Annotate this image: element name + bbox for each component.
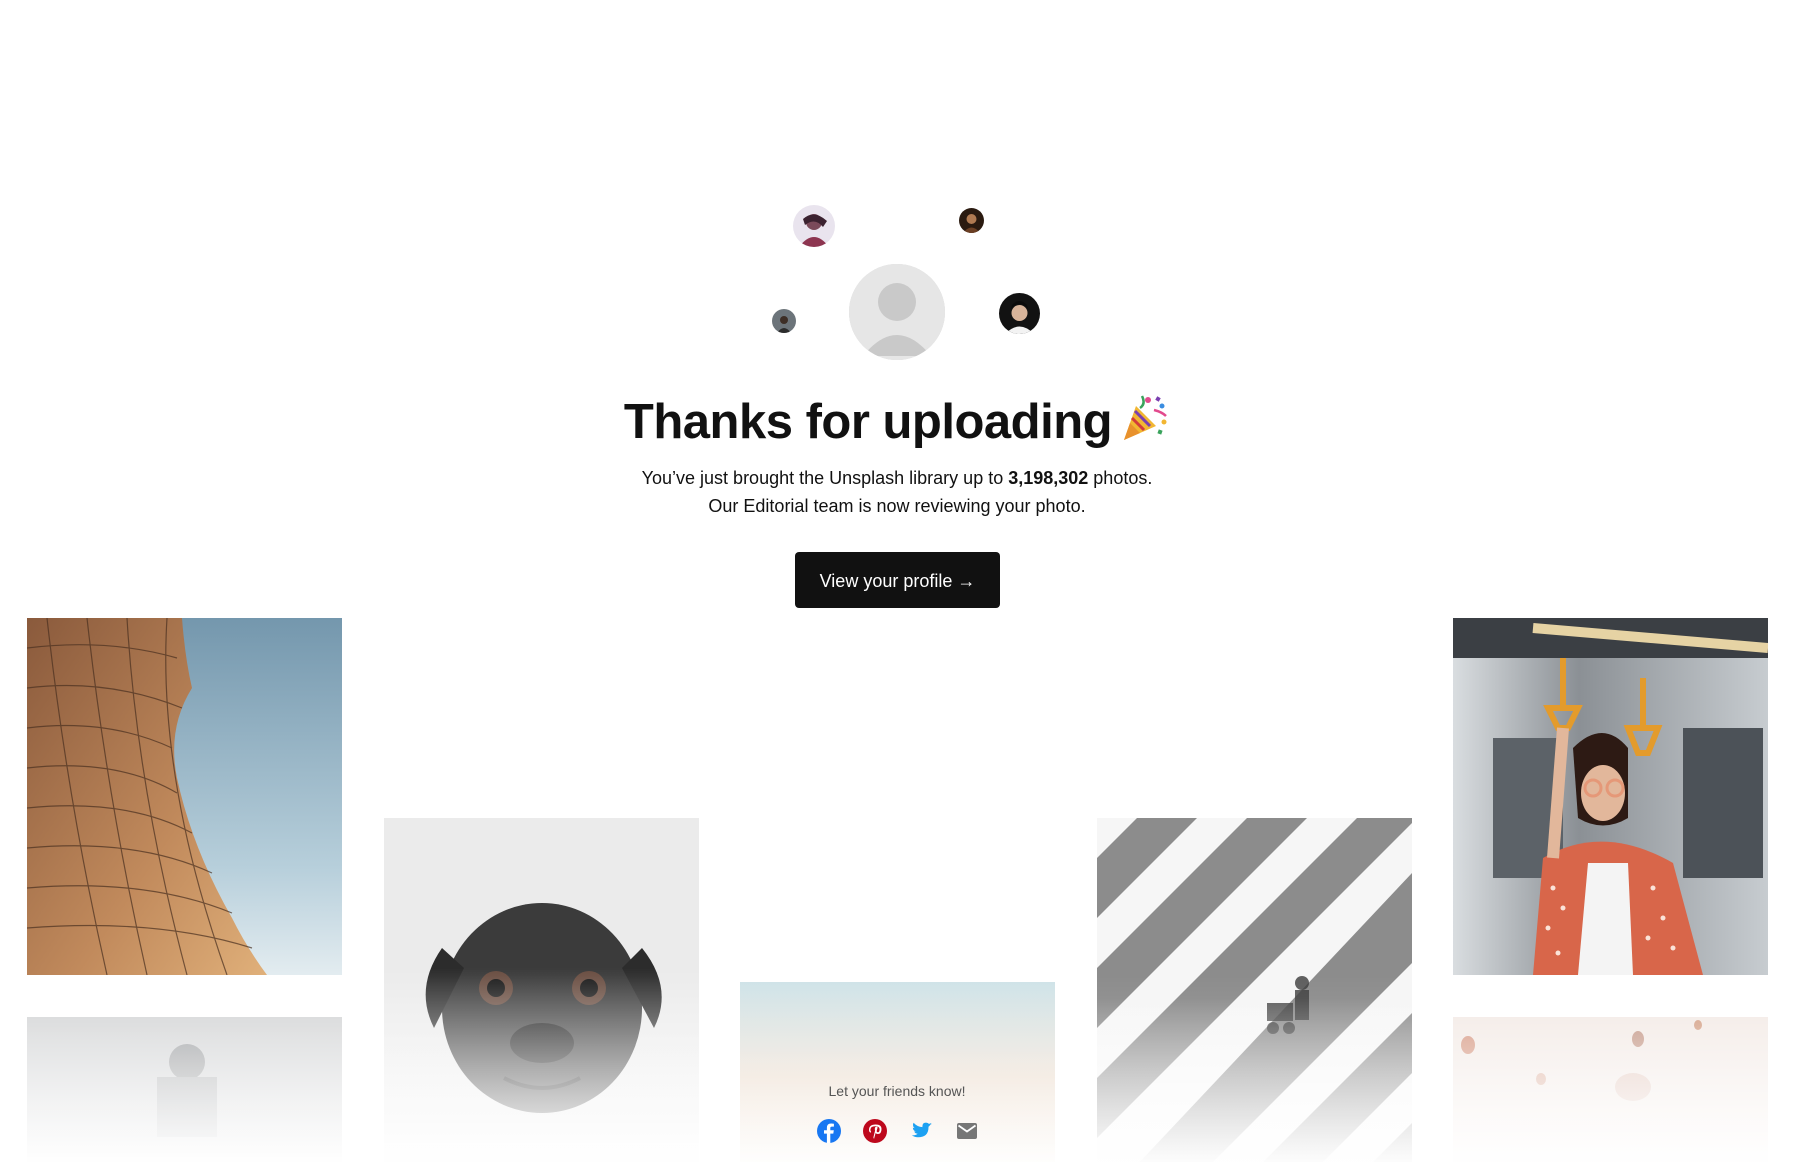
library-count-text: You’ve just brought the Unsplash library… (641, 468, 1009, 488)
share-buttons (816, 1118, 980, 1144)
building-photo (27, 618, 342, 975)
pinterest-share-button[interactable] (862, 1118, 888, 1144)
library-count-suffix: photos. (1088, 468, 1153, 488)
party-popper-icon (1118, 392, 1170, 444)
page-title: Thanks for uploading (0, 390, 1794, 454)
woman-on-train-photo (1453, 618, 1768, 975)
twitter-icon (911, 1122, 932, 1138)
facebook-icon (817, 1119, 841, 1143)
pinterest-icon (863, 1119, 887, 1143)
crosswalk-photo (1097, 818, 1412, 1162)
pug-photo (384, 818, 699, 1162)
share-label: Let your friends know! (828, 1083, 966, 1099)
view-profile-button[interactable]: View your profile → (795, 552, 1000, 608)
twitter-share-button[interactable] (908, 1118, 934, 1144)
facebook-share-button[interactable] (816, 1118, 842, 1144)
review-message: Our Editorial team is now reviewing your… (708, 496, 1086, 516)
contributor-avatar (999, 293, 1040, 334)
contributor-avatar (772, 309, 796, 333)
photo-count: 3,198,302 (1008, 468, 1089, 488)
contributor-avatar (959, 208, 984, 233)
contributor-avatar (793, 205, 835, 247)
upload-message: You’ve just brought the Unsplash library… (0, 464, 1794, 520)
email-share-button[interactable] (954, 1118, 980, 1144)
user-avatar-placeholder (849, 264, 945, 360)
page-title-text: Thanks for uploading (623, 395, 1113, 449)
upload-success-page: Thanks for uploading You’ve just brought… (0, 0, 1794, 1162)
email-icon (957, 1123, 977, 1139)
